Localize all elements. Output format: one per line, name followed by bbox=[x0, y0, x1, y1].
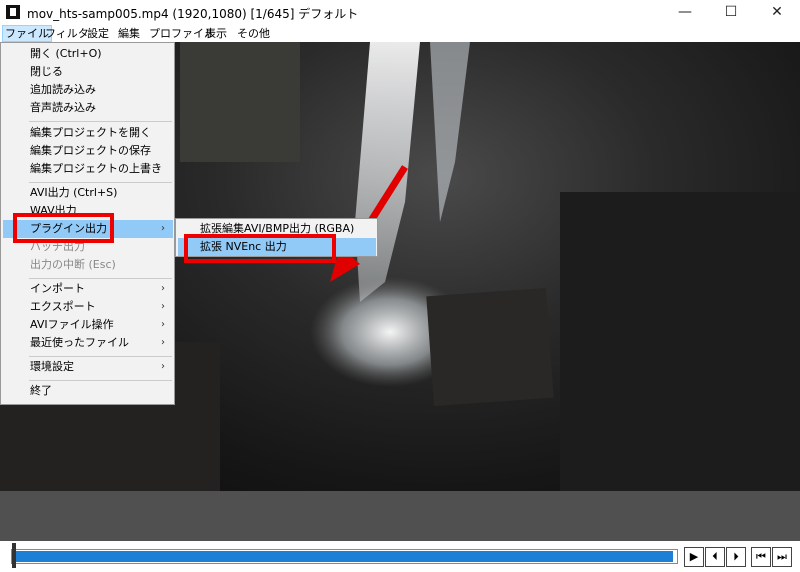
menu-item-abort-output: 出力の中断 (Esc) bbox=[30, 258, 116, 271]
menu-view[interactable]: 表示 bbox=[203, 26, 229, 41]
export-label: エクスポート bbox=[30, 300, 96, 313]
empty-panel bbox=[0, 491, 800, 541]
step-back-icon: ⏴ bbox=[712, 550, 718, 563]
menu-separator bbox=[29, 356, 172, 357]
submenu-item-nvenc-output[interactable]: 拡張 NVEnc 出力 bbox=[178, 238, 376, 256]
menu-separator bbox=[29, 121, 172, 122]
maximize-button[interactable]: ☐ bbox=[708, 0, 754, 25]
play-button[interactable]: ▶ bbox=[684, 547, 704, 567]
menu-item-wav-output[interactable]: WAV出力 bbox=[3, 202, 173, 220]
menu-item-open[interactable]: 開く (Ctrl+O) bbox=[3, 45, 173, 63]
menu-item-append-load[interactable]: 追加読み込み bbox=[3, 81, 173, 99]
menu-bar: ファイル フィルタ 設定 編集 プロファイル 表示 その他 bbox=[0, 25, 800, 42]
menu-item-export[interactable]: エクスポート › bbox=[3, 298, 173, 316]
import-label: インポート bbox=[30, 282, 85, 295]
title-bar: mov_hts-samp005.mp4 (1920,1080) [1/645] … bbox=[0, 0, 800, 25]
menu-item-import[interactable]: インポート › bbox=[3, 280, 173, 298]
menu-item-exit[interactable]: 終了 bbox=[3, 382, 173, 400]
file-menu: 開く (Ctrl+O) 閉じる 追加読み込み 音声読み込み 編集プロジェクトを開… bbox=[0, 42, 175, 405]
seek-progress-fill bbox=[13, 551, 673, 562]
avi-file-ops-label: AVIファイル操作 bbox=[30, 318, 114, 331]
seek-track[interactable] bbox=[11, 549, 678, 564]
recent-files-label: 最近使ったファイル bbox=[30, 336, 129, 349]
plugin-output-label: プラグイン出力 bbox=[30, 222, 107, 235]
app-icon bbox=[6, 5, 20, 19]
timeline-bar: ▶ ⏴ ⏵ ⏮ ⏭ bbox=[0, 541, 800, 572]
jump-end-icon: ⏭ bbox=[777, 550, 787, 563]
menu-item-plugin-output[interactable]: プラグイン出力 › bbox=[3, 220, 173, 238]
menu-other[interactable]: その他 bbox=[235, 26, 272, 41]
jump-start-button[interactable]: ⏮ bbox=[751, 547, 771, 567]
chevron-right-icon: › bbox=[161, 337, 165, 348]
menu-filter[interactable]: フィルタ bbox=[43, 26, 91, 41]
menu-separator bbox=[29, 278, 172, 279]
menu-item-overwrite-project[interactable]: 編集プロジェクトの上書き bbox=[3, 160, 173, 178]
menu-settings[interactable]: 設定 bbox=[85, 26, 111, 41]
chevron-right-icon: › bbox=[161, 283, 165, 294]
preferences-label: 環境設定 bbox=[30, 360, 74, 373]
menu-item-open-project[interactable]: 編集プロジェクトを開く bbox=[3, 124, 173, 142]
jump-end-button[interactable]: ⏭ bbox=[772, 547, 792, 567]
minimize-button[interactable]: — bbox=[662, 0, 708, 25]
seek-handle[interactable] bbox=[12, 543, 16, 568]
menu-edit[interactable]: 編集 bbox=[116, 26, 142, 41]
jump-start-icon: ⏮ bbox=[756, 550, 766, 563]
window-title: mov_hts-samp005.mp4 (1920,1080) [1/645] … bbox=[27, 7, 359, 21]
step-forward-button[interactable]: ⏵ bbox=[726, 547, 746, 567]
menu-item-close[interactable]: 閉じる bbox=[3, 63, 173, 81]
step-back-button[interactable]: ⏴ bbox=[705, 547, 725, 567]
menu-item-recent-files[interactable]: 最近使ったファイル › bbox=[3, 334, 173, 352]
step-forward-icon: ⏵ bbox=[733, 550, 739, 563]
menu-item-save-project[interactable]: 編集プロジェクトの保存 bbox=[3, 142, 173, 160]
close-button[interactable]: ✕ bbox=[754, 0, 800, 25]
menu-separator bbox=[29, 182, 172, 183]
menu-item-preferences[interactable]: 環境設定 › bbox=[3, 358, 173, 376]
menu-item-avi-file-ops[interactable]: AVIファイル操作 › bbox=[3, 316, 173, 334]
submenu-item-exedit-avi-bmp[interactable]: 拡張編集AVI/BMP出力 (RGBA) bbox=[178, 220, 376, 238]
play-icon: ▶ bbox=[689, 550, 699, 563]
menu-separator bbox=[29, 380, 172, 381]
chevron-right-icon: › bbox=[161, 301, 165, 312]
chevron-right-icon: › bbox=[161, 319, 165, 330]
menu-item-avi-output[interactable]: AVI出力 (Ctrl+S) bbox=[3, 184, 173, 202]
plugin-output-submenu: 拡張編集AVI/BMP出力 (RGBA) 拡張 NVEnc 出力 bbox=[175, 218, 378, 257]
chevron-right-icon: › bbox=[161, 361, 165, 372]
menu-item-batch-output: バッチ出力 bbox=[30, 240, 85, 253]
menu-item-audio-load[interactable]: 音声読み込み bbox=[3, 99, 173, 117]
chevron-right-icon: › bbox=[161, 223, 165, 234]
